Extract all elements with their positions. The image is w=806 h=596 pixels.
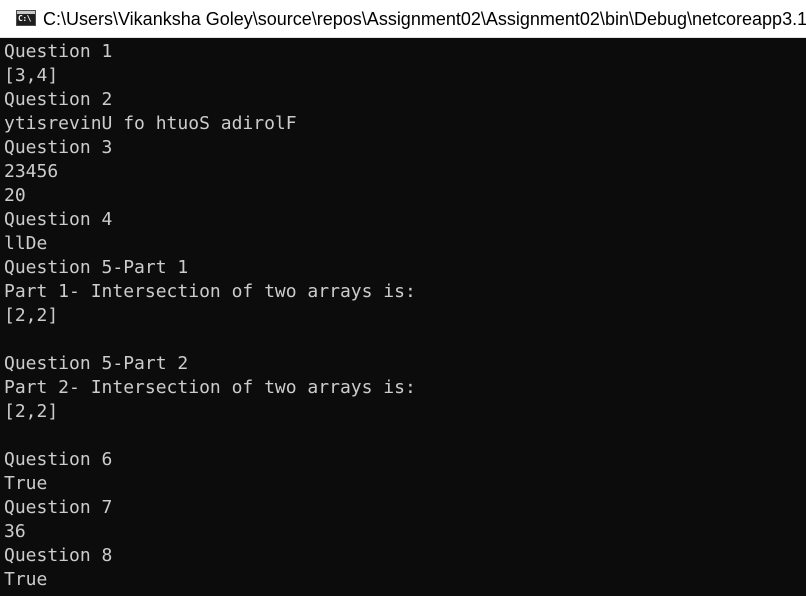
console-output[interactable]: Question 1 [3,4] Question 2 ytisrevinU f…	[0, 40, 806, 596]
console-line: Question 3	[4, 137, 113, 158]
console-line: [2,2]	[4, 401, 59, 422]
console-line: 20	[4, 185, 26, 206]
console-line: Question 6	[4, 449, 113, 470]
console-line: Part 2- Intersection of two arrays is:	[4, 377, 416, 398]
console-line: 23456	[4, 161, 59, 182]
console-line: 36	[4, 521, 26, 542]
console-line: Question 2	[4, 89, 113, 110]
console-line: [2,2]	[4, 305, 59, 326]
console-line: Question 5-Part 1	[4, 257, 189, 278]
console-line: Question 4	[4, 209, 113, 230]
console-line: [3,4]	[4, 65, 59, 86]
console-window: C:\ C:\Users\Vikanksha Goley\source\repo…	[0, 0, 806, 596]
console-line: Question 1	[4, 41, 113, 62]
console-line: Question 5-Part 2	[4, 353, 189, 374]
console-line: True	[4, 569, 48, 590]
console-line: ytisrevinU fo htuoS adirolF	[4, 113, 297, 134]
window-title: C:\Users\Vikanksha Goley\source\repos\As…	[43, 9, 806, 29]
console-line: Question 8	[4, 545, 113, 566]
icon-glyph: C:\	[18, 14, 31, 23]
console-line: Part 1- Intersection of two arrays is:	[4, 281, 416, 302]
console-line: Question 7	[4, 497, 113, 518]
console-line: True	[4, 473, 48, 494]
console-app-icon[interactable]: C:\	[16, 10, 36, 26]
title-bar[interactable]: C:\ C:\Users\Vikanksha Goley\source\repo…	[0, 0, 806, 38]
console-line: llDe	[4, 233, 48, 254]
